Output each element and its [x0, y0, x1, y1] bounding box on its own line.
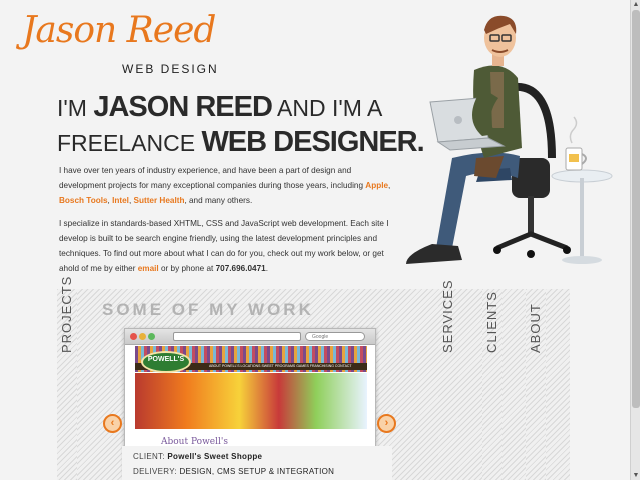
intro-paragraph-2: I specialize in standards-based XHTML, C…: [59, 216, 395, 276]
client-link-bosch[interactable]: Bosch Tools: [59, 196, 108, 205]
headline-prefix-1: I'M: [57, 95, 94, 121]
tab-clients-label: CLIENTS: [484, 291, 499, 353]
next-arrow-button[interactable]: ›: [377, 414, 396, 433]
intro-paragraph-1: I have over ten years of industry experi…: [59, 163, 395, 208]
phone-number: 707.696.0471: [215, 264, 266, 273]
scroll-up-icon[interactable]: ▲: [632, 0, 640, 9]
designer-illustration: [406, 15, 613, 264]
headline-name: JASON REED: [93, 91, 273, 123]
delivery-line: DELIVERY: DESIGN, CMS SETUP & INTEGRATIO…: [133, 464, 392, 479]
zoom-dot-icon: [148, 333, 155, 340]
intro-text: I have over ten years of industry experi…: [59, 163, 395, 284]
headline-line-1: I'M JASON REED AND I'M A: [57, 92, 437, 127]
headline-role: WEB DESIGNER: [201, 126, 417, 158]
close-dot-icon: [130, 333, 137, 340]
vertical-scrollbar[interactable]: ▲ ▼: [630, 0, 640, 480]
candy-photo: [135, 373, 367, 429]
logo-subtitle: WEB DESIGN: [122, 62, 219, 76]
email-link[interactable]: email: [138, 264, 159, 273]
minimize-dot-icon: [139, 333, 146, 340]
tab-projects-label: PROJECTS: [59, 275, 74, 353]
shoe: [406, 244, 462, 264]
project-caption: CLIENT: Powell's Sweet Shoppe DELIVERY: …: [122, 446, 392, 480]
previous-arrow-button[interactable]: ‹: [103, 414, 122, 433]
delivery-label: DELIVERY:: [133, 467, 180, 476]
intro-p1-end: , and many others.: [184, 196, 253, 205]
tab-about-label: ABOUT: [528, 303, 543, 353]
client-name: Powell's Sweet Shoppe: [167, 452, 263, 461]
site-logo[interactable]: Jason Reed WEB DESIGN: [22, 10, 222, 76]
section-title: SOME OF MY WORK: [102, 300, 314, 319]
client-link-sutter[interactable]: Sutter Health: [134, 196, 185, 205]
side-table: [551, 116, 613, 264]
arrow-right-icon: ›: [384, 417, 389, 429]
browser-toolbar: Google: [125, 329, 375, 345]
headline-prefix-2: FREELANCE: [57, 130, 202, 156]
browser-url-bar: [173, 332, 301, 341]
powells-logo-text: POWELL'S: [147, 356, 185, 363]
tab-about[interactable]: ABOUT: [526, 289, 546, 480]
intro-p2-mid: or by phone at: [158, 264, 216, 273]
scroll-down-icon[interactable]: ▼: [632, 471, 640, 480]
client-label: CLIENT:: [133, 452, 168, 461]
hero-headline: I'M JASON REED AND I'M A FREELANCE WEB D…: [57, 92, 437, 162]
browser-search-box: Google: [305, 332, 365, 341]
scroll-thumb[interactable]: [632, 10, 640, 408]
headline-line-2: FREELANCE WEB DESIGNER.: [57, 127, 437, 162]
headline-suffix-1: AND I'M A: [271, 95, 383, 121]
powells-logo: POWELL'S: [141, 351, 191, 373]
arrow-left-icon: ‹: [110, 417, 115, 429]
tab-projects[interactable]: PROJECTS: [57, 276, 77, 480]
tab-services-label: SERVICES: [440, 279, 455, 353]
delivery-value: DESIGN, CMS SETUP & INTEGRATION: [179, 467, 335, 476]
intro-p2-end: .: [265, 264, 268, 273]
client-link-apple[interactable]: Apple: [365, 181, 388, 190]
intro-p1-text: I have over ten years of industry experi…: [59, 166, 366, 190]
client-link-intel[interactable]: Intel: [112, 196, 129, 205]
client-line: CLIENT: Powell's Sweet Shoppe: [133, 449, 392, 464]
head: [484, 15, 517, 66]
tab-clients[interactable]: CLIENTS: [482, 289, 502, 480]
tab-services[interactable]: SERVICES: [438, 279, 458, 480]
separator: ,: [388, 181, 391, 190]
logo-script-text: Jason Reed: [22, 10, 216, 51]
